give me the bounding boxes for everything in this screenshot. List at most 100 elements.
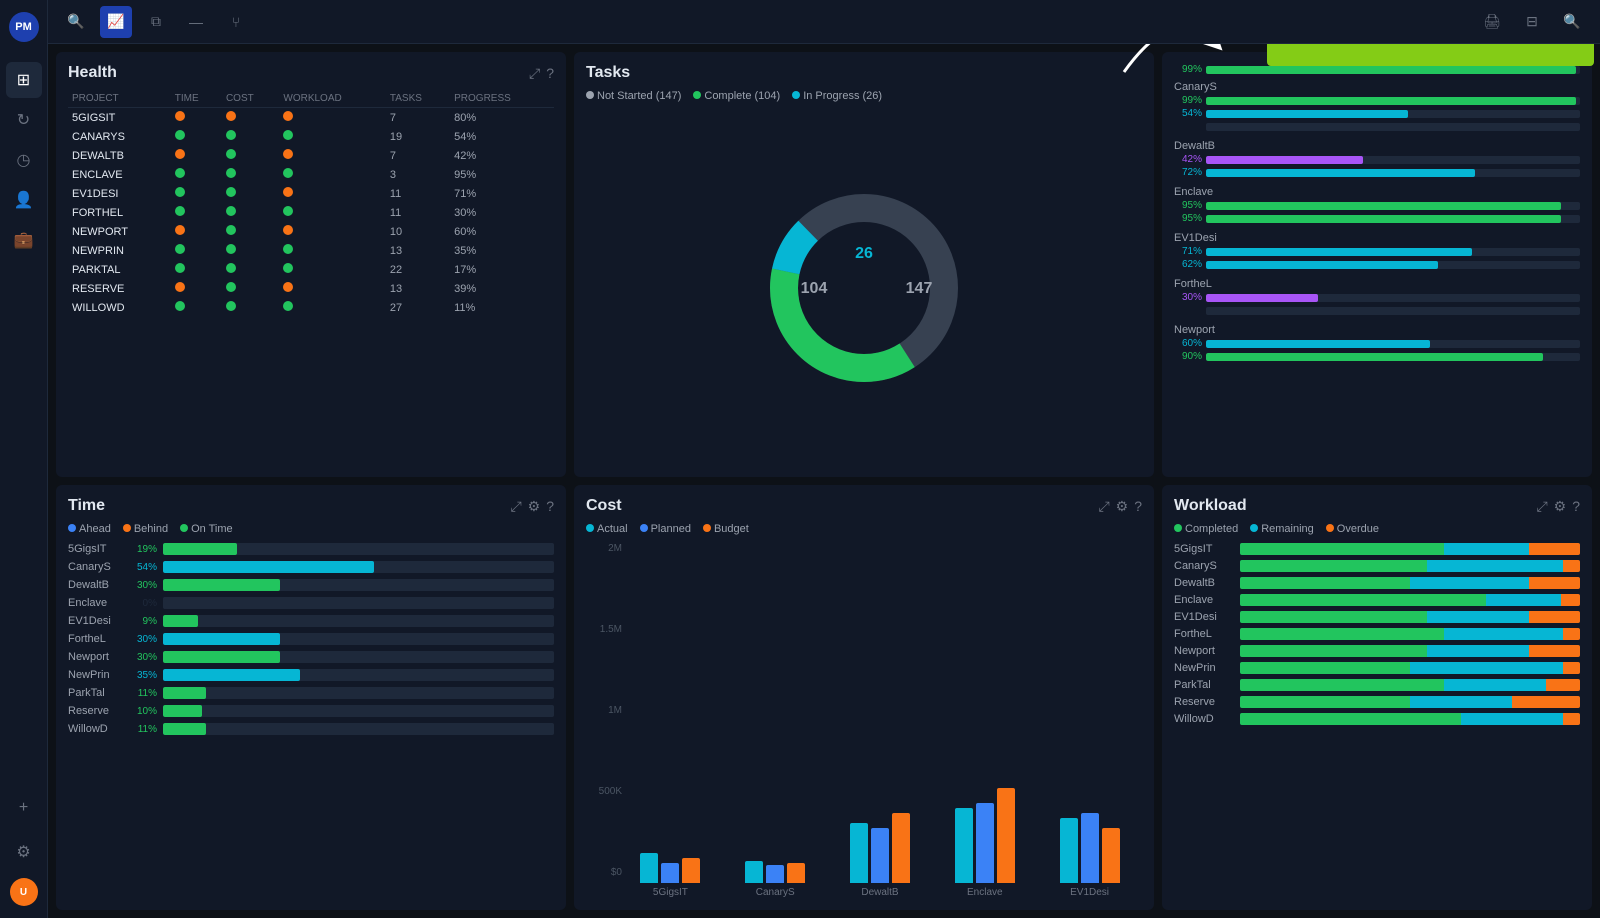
legend-on-time: On Time bbox=[180, 523, 233, 535]
progress-item: Enclave 95% 95% bbox=[1174, 186, 1580, 224]
sidebar-portfolio-icon[interactable]: 💼 bbox=[6, 222, 42, 258]
progress-pct: 95% bbox=[450, 165, 554, 184]
toolbar-copy-icon[interactable]: ⧉ bbox=[140, 6, 172, 38]
progress-pct: 30% bbox=[450, 203, 554, 222]
cost-settings-icon[interactable]: ⚙ bbox=[1116, 498, 1129, 515]
cost-status bbox=[222, 279, 279, 298]
workload-bar-item: CanaryS bbox=[1174, 560, 1580, 572]
legend-completed: Completed bbox=[1174, 523, 1238, 535]
donut-chart: 104 147 26 bbox=[754, 178, 974, 398]
cost-panel: Cost ⤢ ⚙ ? Actual Planned Budget 2M1.5M1… bbox=[574, 485, 1154, 910]
sidebar-team-icon[interactable]: 👤 bbox=[6, 182, 42, 218]
workload-status bbox=[279, 241, 385, 260]
cost-status bbox=[222, 260, 279, 279]
health-table: PROJECT TIME COST WORKLOAD TASKS PROGRES… bbox=[68, 90, 554, 317]
sidebar-clock-icon[interactable]: ◷ bbox=[6, 142, 42, 178]
sidebar-home-icon[interactable]: ⊞ bbox=[6, 62, 42, 98]
progress-pct: 80% bbox=[450, 108, 554, 128]
progress-pct: 71% bbox=[450, 184, 554, 203]
tasks-legend: Not Started (147) Complete (104) In Prog… bbox=[586, 90, 1142, 102]
toolbar-link-icon[interactable]: — bbox=[180, 6, 212, 38]
workload-bar-item: DewaltB bbox=[1174, 577, 1580, 589]
time-status bbox=[171, 279, 222, 298]
progress-item: FortheL 30% 0% bbox=[1174, 278, 1580, 316]
tasks-count: 27 bbox=[386, 298, 450, 317]
sidebar-settings-icon[interactable]: ⚙ bbox=[6, 834, 42, 870]
workload-title: Workload bbox=[1174, 497, 1247, 515]
project-name: FORTHEL bbox=[68, 203, 171, 222]
user-avatar[interactable]: U bbox=[10, 878, 38, 906]
progress-item: CanaryS 99% 54% 0% bbox=[1174, 81, 1580, 132]
toolbar-branch-icon[interactable]: ⑂ bbox=[220, 6, 252, 38]
health-expand-icon[interactable]: ⤢ bbox=[529, 65, 540, 82]
cost-status bbox=[222, 298, 279, 317]
donut-container: 104 147 26 bbox=[586, 110, 1142, 465]
cost-title: Cost bbox=[586, 497, 622, 515]
time-bar-item: ParkTal 11% bbox=[68, 687, 554, 699]
tasks-count: 3 bbox=[386, 165, 450, 184]
project-name: PARKTAL bbox=[68, 260, 171, 279]
project-name: DEWALTB bbox=[68, 146, 171, 165]
toolbar-search-icon[interactable]: 🔍 bbox=[60, 6, 92, 38]
legend-ahead: Ahead bbox=[68, 523, 111, 535]
project-name: RESERVE bbox=[68, 279, 171, 298]
progress-pct: 39% bbox=[450, 279, 554, 298]
time-settings-icon[interactable]: ⚙ bbox=[528, 498, 541, 515]
project-name: CANARYS bbox=[68, 127, 171, 146]
time-status bbox=[171, 260, 222, 279]
health-info-icon[interactable]: ? bbox=[546, 65, 554, 82]
workload-status bbox=[279, 184, 385, 203]
toolbar-print-icon[interactable]: 🖨 bbox=[1476, 6, 1508, 38]
workload-bar-item: EV1Desi bbox=[1174, 611, 1580, 623]
cost-status bbox=[222, 241, 279, 260]
toolbar-search-right-icon[interactable]: 🔍 bbox=[1556, 6, 1588, 38]
svg-text:147: 147 bbox=[906, 280, 933, 297]
progress-pct: 42% bbox=[450, 146, 554, 165]
toolbar-filter-icon[interactable]: ⊟ bbox=[1516, 6, 1548, 38]
workload-status bbox=[279, 165, 385, 184]
workload-legend: Completed Remaining Overdue bbox=[1174, 523, 1580, 535]
workload-expand-icon[interactable]: ⤢ bbox=[1536, 498, 1547, 515]
app-logo[interactable]: PM bbox=[9, 12, 39, 42]
time-expand-icon[interactable]: ⤢ bbox=[510, 498, 521, 515]
progress-panel: 99% CanaryS 99% 54% 0% DewaltB bbox=[1162, 52, 1592, 477]
workload-status bbox=[279, 279, 385, 298]
progress-item: Newport 60% 90% bbox=[1174, 324, 1580, 362]
time-bar-item: FortheL 30% bbox=[68, 633, 554, 645]
time-status bbox=[171, 146, 222, 165]
time-bar-item: NewPrin 35% bbox=[68, 669, 554, 681]
project-name: 5GIGSIT bbox=[68, 108, 171, 128]
col-workload: WORKLOAD bbox=[279, 90, 385, 108]
legend-actual: Actual bbox=[586, 523, 628, 535]
col-cost: COST bbox=[222, 90, 279, 108]
health-table-row: FORTHEL 11 30% bbox=[68, 203, 554, 222]
project-name: NEWPRIN bbox=[68, 241, 171, 260]
cost-info-icon[interactable]: ? bbox=[1134, 498, 1142, 515]
cta-button[interactable]: Click here to start free trial bbox=[1267, 44, 1594, 66]
workload-bar-item: Reserve bbox=[1174, 696, 1580, 708]
progress-pct: 11% bbox=[450, 298, 554, 317]
time-bar-item: Reserve 10% bbox=[68, 705, 554, 717]
toolbar-chart-icon[interactable]: 📈 bbox=[100, 6, 132, 38]
health-panel: Health ⤢ ? PROJECT TIME COST WORKLOAD TA… bbox=[56, 52, 566, 477]
time-bar-item: Newport 30% bbox=[68, 651, 554, 663]
time-bar-item: CanaryS 54% bbox=[68, 561, 554, 573]
progress-item: EV1Desi 71% 62% bbox=[1174, 232, 1580, 270]
toolbar: 🔍 📈 ⧉ — ⑂ 🖨 ⊟ 🔍 bbox=[48, 0, 1600, 44]
workload-info-icon[interactable]: ? bbox=[1572, 498, 1580, 515]
tasks-count: 7 bbox=[386, 108, 450, 128]
time-status bbox=[171, 108, 222, 128]
tasks-panel: Tasks Not Started (147) Complete (104) I… bbox=[574, 52, 1154, 477]
time-info-icon[interactable]: ? bbox=[546, 498, 554, 515]
project-name: ENCLAVE bbox=[68, 165, 171, 184]
sidebar-add-icon[interactable]: + bbox=[6, 790, 42, 826]
cost-expand-icon[interactable]: ⤢ bbox=[1098, 498, 1109, 515]
sidebar-refresh-icon[interactable]: ↻ bbox=[6, 102, 42, 138]
workload-status bbox=[279, 203, 385, 222]
workload-status bbox=[279, 146, 385, 165]
time-bar-item: 5GigsIT 19% bbox=[68, 543, 554, 555]
workload-settings-icon[interactable]: ⚙ bbox=[1554, 498, 1567, 515]
health-title: Health bbox=[68, 64, 117, 82]
tasks-count: 10 bbox=[386, 222, 450, 241]
health-table-row: ENCLAVE 3 95% bbox=[68, 165, 554, 184]
